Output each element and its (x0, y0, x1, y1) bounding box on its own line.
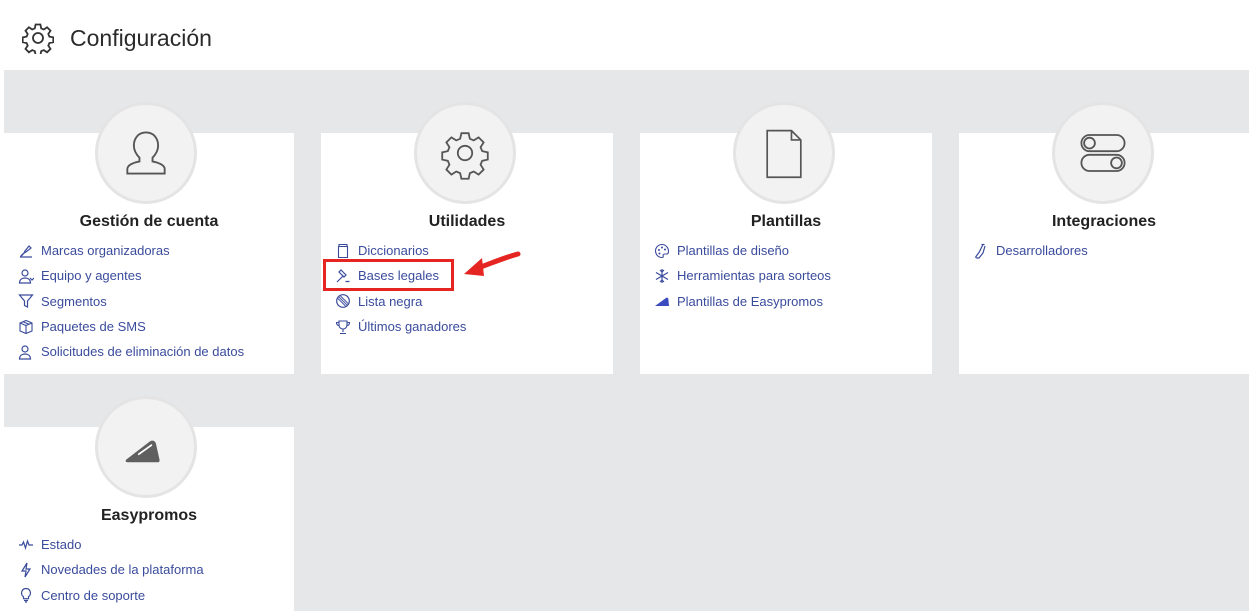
link-brands[interactable]: Marcas organizadoras (18, 238, 244, 263)
snowflake-icon (654, 268, 670, 284)
card-links: Plantillas de diseño Herramientas para s… (654, 238, 831, 314)
link-sms-packages[interactable]: Paquetes de SMS (18, 314, 244, 339)
link-data-deletion[interactable]: Solicitudes de eliminación de datos (18, 339, 244, 364)
easypromos-logo-icon (654, 293, 670, 309)
link-label: Lista negra (358, 293, 423, 309)
settings-page: Configuración Gestión de cuenta Marcas o… (4, 4, 1249, 611)
link-label: Marcas organizadoras (41, 243, 170, 259)
link-label: Últimos ganadores (358, 319, 467, 335)
link-label: Segmentos (41, 293, 107, 309)
card-title: Utilidades (428, 213, 506, 230)
link-label: Estado (41, 537, 82, 553)
link-developers[interactable]: Desarrolladores (973, 238, 1088, 263)
palette-icon (654, 243, 670, 259)
link-label: Equipo y agentes (41, 268, 142, 284)
link-team[interactable]: Equipo y agentes (18, 263, 244, 288)
user-icon (95, 102, 197, 204)
link-design-templates[interactable]: Plantillas de diseño (654, 238, 831, 263)
lightbulb-icon (18, 587, 34, 603)
link-blacklist[interactable]: Lista negra (335, 289, 466, 314)
card-links: Desarrolladores (973, 238, 1088, 263)
user-delete-icon (18, 344, 34, 360)
link-label: Paquetes de SMS (41, 319, 146, 335)
link-draw-tools[interactable]: Herramientas para sorteos (654, 263, 831, 288)
link-platform-news[interactable]: Novedades de la plataforma (18, 557, 204, 582)
page-title: Configuración (70, 25, 212, 51)
card-title: Easypromos (100, 507, 198, 524)
gear-icon (414, 102, 516, 204)
easypromos-logo-icon (95, 396, 197, 498)
trophy-icon (335, 319, 351, 335)
card-title: Integraciones (1051, 213, 1157, 230)
link-segments[interactable]: Segmentos (18, 289, 244, 314)
jar-icon (335, 243, 351, 259)
link-support-center[interactable]: Centro de soporte (18, 583, 204, 608)
link-label: Centro de soporte (41, 587, 146, 603)
link-label: Diccionarios (358, 243, 429, 259)
link-last-winners[interactable]: Últimos ganadores (335, 314, 466, 339)
link-label: Solicitudes de eliminación de datos (41, 344, 245, 360)
link-easypromos-templates[interactable]: Plantillas de Easypromos (654, 289, 831, 314)
blocked-icon (335, 293, 351, 309)
document-icon (733, 102, 835, 204)
flask-icon (973, 243, 989, 259)
link-label: Herramientas para sorteos (677, 268, 831, 284)
filter-icon (18, 293, 34, 309)
bolt-icon (18, 562, 34, 578)
link-label: Plantillas de diseño (677, 243, 790, 259)
team-icon (18, 268, 34, 284)
link-status[interactable]: Estado (18, 532, 204, 557)
red-arrow-icon (464, 251, 521, 276)
card-links: Marcas organizadoras Equipo y agentes Se… (18, 238, 244, 364)
card-title: Gestión de cuenta (79, 213, 219, 230)
link-label: Plantillas de Easypromos (677, 293, 823, 309)
card-title: Plantillas (750, 213, 822, 230)
highlight-box (323, 259, 454, 291)
toggle-icon (1052, 102, 1154, 204)
package-icon (18, 319, 34, 335)
brand-icon (18, 243, 34, 259)
gear-icon (22, 23, 54, 54)
link-label: Novedades de la plataforma (41, 562, 204, 578)
page-header: Configuración (4, 4, 1249, 70)
link-label: Desarrolladores (996, 243, 1088, 259)
pulse-icon (18, 537, 34, 553)
card-links: Estado Novedades de la plataforma Centro… (18, 532, 204, 608)
